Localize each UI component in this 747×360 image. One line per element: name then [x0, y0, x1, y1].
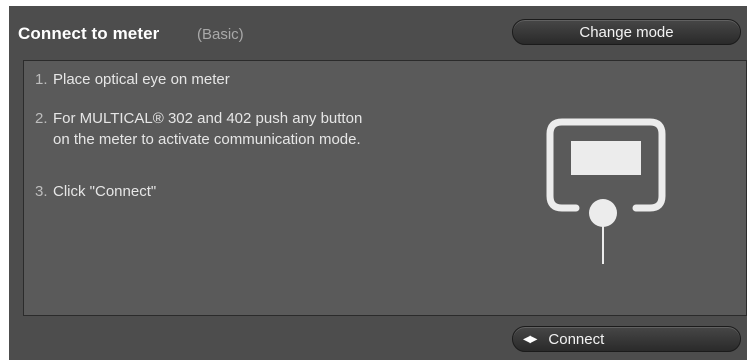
step-number: 3.: [35, 183, 48, 200]
instruction-step-2: 2. For MULTICAL® 302 and 402 push any but…: [35, 108, 362, 150]
step-text-line-2: on the meter to activate communication m…: [53, 131, 361, 148]
dialog-title: Connect to meter: [18, 24, 160, 43]
title-bar: Connect to meter (Basic) Change mode: [9, 6, 747, 56]
left-right-arrows-icon: ◀▶: [523, 333, 537, 345]
step-text-line-1: For MULTICAL® 302 and 402 push any butto…: [53, 110, 363, 127]
instructions-area: 1. Place optical eye on meter 2. For MULTI…: [23, 60, 747, 316]
step-text: Click "Connect": [53, 183, 157, 200]
connect-to-meter-panel: Connect to meter (Basic) Change mode 1. P…: [9, 6, 747, 360]
meter-optical-eye-icon: [546, 118, 666, 264]
step-number: 2.: [35, 110, 48, 127]
step-number: 1.: [35, 71, 48, 88]
instruction-step-1: 1. Place optical eye on meter: [35, 69, 230, 90]
connect-label: Connect: [548, 330, 605, 348]
step-text: Place optical eye on meter: [53, 71, 230, 88]
change-mode-button[interactable]: Change mode: [512, 19, 741, 45]
connect-button[interactable]: ◀▶ Connect: [512, 326, 741, 352]
change-mode-label: Change mode: [579, 23, 674, 41]
instruction-step-3: 3. Click "Connect": [35, 181, 156, 202]
mode-hint: (Basic): [197, 26, 244, 43]
